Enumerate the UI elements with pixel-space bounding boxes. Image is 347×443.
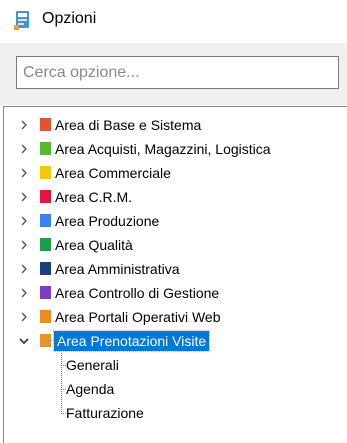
tree-child-label: Fatturazione: [66, 405, 144, 421]
tree-node-label: Area Controllo di Gestione: [55, 285, 220, 301]
tree-node-label: Area Commerciale: [55, 165, 171, 181]
tree-child-agenda[interactable]: Agenda: [4, 378, 304, 400]
tree-node-label: Area Amministrativa: [55, 261, 180, 277]
options-tree[interactable]: Area di Base e Sistema Area Acquisti, Ma…: [3, 106, 347, 443]
area-color-square: [40, 142, 51, 155]
chevron-right-icon[interactable]: [18, 263, 30, 275]
tree-node-label: Area Qualità: [55, 237, 133, 253]
area-color-square: [40, 334, 51, 347]
tree-node-area-controllo-gestione[interactable]: Area Controllo di Gestione: [4, 282, 334, 304]
area-color-square: [40, 214, 51, 227]
tree-node-area-portali-web[interactable]: Area Portali Operativi Web: [4, 306, 334, 328]
tree-node-area-amministrativa[interactable]: Area Amministrativa: [4, 258, 334, 280]
tree-node-label: Area Portali Operativi Web: [55, 309, 221, 325]
tree-node-label-selected: Area Prenotazioni Visite: [52, 330, 211, 352]
tree-node-area-acquisti[interactable]: Area Acquisti, Magazzini, Logistica: [4, 138, 334, 160]
chevron-right-icon[interactable]: [18, 143, 30, 155]
window-title: Opzioni: [42, 10, 97, 27]
tree-child-generali[interactable]: Generali: [4, 354, 304, 376]
search-panel: [0, 43, 347, 105]
chevron-right-icon[interactable]: [18, 239, 30, 251]
tree-node-label: Area C.R.M.: [55, 189, 133, 205]
tree-node-area-crm[interactable]: Area C.R.M.: [4, 186, 334, 208]
tree-node-area-commerciale[interactable]: Area Commerciale: [4, 162, 334, 184]
tree-node-label: Area Acquisti, Magazzini, Logistica: [55, 141, 271, 157]
chevron-down-icon[interactable]: [18, 335, 30, 347]
area-color-square: [40, 238, 51, 251]
search-input[interactable]: [16, 56, 339, 89]
area-color-square: [40, 310, 51, 323]
chevron-right-icon[interactable]: [18, 119, 30, 131]
chevron-right-icon[interactable]: [18, 287, 30, 299]
tree-child-label: Agenda: [66, 381, 115, 397]
tree-node-area-prenotazioni-visite[interactable]: Area Prenotazioni Visite: [4, 330, 334, 352]
tree-node-area-qualita[interactable]: Area Qualità: [4, 234, 334, 256]
tree-node-label: Area di Base e Sistema: [55, 117, 202, 133]
tree-node-area-produzione[interactable]: Area Produzione: [4, 210, 334, 232]
chevron-right-icon[interactable]: [18, 167, 30, 179]
area-color-square: [40, 262, 51, 275]
chevron-right-icon[interactable]: [18, 191, 30, 203]
area-color-square: [40, 166, 51, 179]
tree-child-label: Generali: [66, 357, 119, 373]
area-color-square: [40, 190, 51, 203]
options-app-icon: [14, 11, 29, 30]
area-color-square: [40, 118, 51, 131]
tree-child-fatturazione[interactable]: Fatturazione: [4, 402, 304, 424]
title-bar: Opzioni: [0, 0, 347, 40]
chevron-right-icon[interactable]: [18, 215, 30, 227]
chevron-right-icon[interactable]: [18, 311, 30, 323]
area-color-square: [40, 286, 51, 299]
tree-node-area-base-sistema[interactable]: Area di Base e Sistema: [4, 114, 334, 136]
tree-node-label: Area Produzione: [55, 213, 160, 229]
